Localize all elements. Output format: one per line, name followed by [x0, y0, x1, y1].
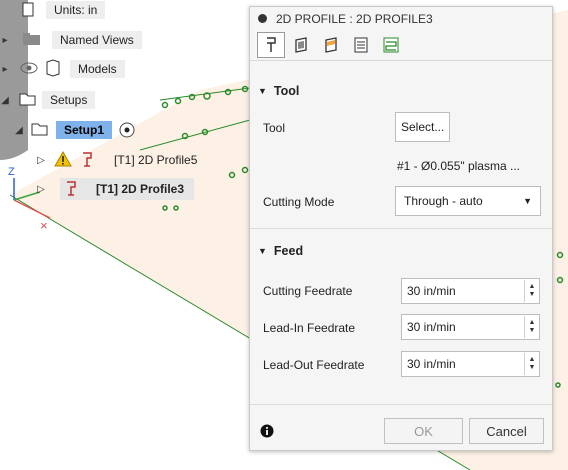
dialog-title: 2D PROFILE : 2D PROFILE3 [276, 11, 433, 26]
cutting-feedrate-label: Cutting Feedrate [263, 284, 353, 298]
linking-tab-icon [383, 37, 399, 53]
tree-setups-row[interactable]: ◢ Setups [0, 89, 96, 111]
spinner-arrows-icon[interactable]: ▲ ▼ [524, 353, 539, 375]
models-icon [44, 58, 64, 80]
leadout-feedrate-value: 30 in/min [407, 357, 456, 371]
document-icon [20, 2, 42, 18]
visibility-eye-icon[interactable] [20, 62, 40, 77]
expand-arrow-icon[interactable]: ◢ [0, 95, 10, 106]
geometry-tab[interactable] [287, 32, 315, 58]
passes-tab-icon [354, 37, 368, 53]
tool-tab[interactable] [257, 32, 285, 58]
passes-tab[interactable] [347, 32, 375, 58]
tree-named-views-label: Named Views [52, 31, 142, 49]
tree-models-row[interactable]: ▸ Models [0, 58, 125, 80]
tree-units-row[interactable]: Units: in [0, 0, 106, 21]
leadout-feedrate-label: Lead-Out Feedrate [263, 358, 365, 372]
info-icon[interactable] [260, 424, 274, 441]
tree-op-profile5-label: [T1] 2D Profile5 [114, 153, 198, 167]
tool-section: ▼ Tool [250, 79, 552, 103]
cutting-feedrate-value: 30 in/min [407, 284, 456, 298]
tree-op-profile3-label: [T1] 2D Profile3 [96, 182, 185, 196]
tool-description: #1 - Ø0.055" plasma ... [397, 159, 520, 173]
tree-op-profile5-row[interactable]: ▷ [T1] 2D Profile5 [36, 149, 197, 171]
folder-icon [22, 32, 44, 49]
tree-named-views-row[interactable]: ▸ Named Views [0, 29, 142, 51]
linking-tab[interactable] [377, 32, 405, 58]
folder-open-icon [18, 91, 40, 110]
feed-section: ▼ Feed [250, 239, 552, 263]
spinner-arrows-icon[interactable]: ▲ ▼ [524, 316, 539, 338]
tool-section-title: Tool [273, 84, 300, 98]
feed-section-title: Feed [273, 244, 304, 258]
tool-section-header[interactable]: ▼ Tool [250, 79, 552, 103]
footer-divider [250, 404, 552, 405]
tree-op-profile3-row[interactable]: ▷ [T1] 2D Profile3 [36, 178, 195, 200]
section-collapse-icon: ▼ [258, 86, 267, 96]
dialog-status-dot-icon [258, 14, 267, 23]
z-axis-label: Z [8, 166, 15, 178]
expand-arrow-icon[interactable]: ▸ [0, 35, 10, 46]
activate-radio-icon[interactable] [118, 121, 136, 139]
dropdown-arrow-icon: ▼ [523, 196, 532, 206]
cutting-mode-dropdown[interactable]: Through - auto ▼ [395, 186, 541, 216]
feed-section-header[interactable]: ▼ Feed [250, 239, 552, 263]
toolpath-op-icon [80, 150, 98, 171]
ok-button[interactable]: OK [384, 418, 463, 444]
heights-tab-icon [325, 37, 337, 53]
heights-tab[interactable] [317, 32, 345, 58]
tool-label: Tool [263, 121, 286, 135]
tree-units-label: Units: in [46, 1, 106, 19]
geometry-tab-icon [295, 37, 307, 53]
tree-setup1-label: Setup1 [56, 121, 113, 139]
warning-icon [54, 150, 74, 170]
tree-setup1-row[interactable]: ◢ Setup1 [14, 119, 136, 141]
cutting-mode-label: Cutting Mode [263, 195, 335, 209]
expand-arrow-icon[interactable]: ▷ [36, 155, 46, 166]
leadout-feedrate-input[interactable]: 30 in/min ▲ ▼ [401, 351, 540, 377]
spinner-arrows-icon[interactable]: ▲ ▼ [524, 280, 539, 302]
section-divider [250, 228, 552, 229]
section-collapse-icon: ▼ [258, 246, 267, 256]
toolpath-op-icon [64, 179, 82, 200]
cutting-feedrate-input[interactable]: 30 in/min ▲ ▼ [401, 278, 540, 304]
tool-select-button[interactable]: Select... [395, 112, 451, 142]
tree-models-label: Models [70, 60, 125, 78]
expand-arrow-icon[interactable]: ▷ [36, 184, 46, 195]
cutting-mode-value: Through - auto [404, 194, 483, 208]
tree-setups-label: Setups [42, 91, 96, 109]
folder-open-icon [30, 121, 52, 140]
dialog-titlebar[interactable]: 2D PROFILE : 2D PROFILE3 [250, 7, 552, 30]
expand-arrow-icon[interactable]: ▸ [0, 64, 10, 75]
leadin-feedrate-label: Lead-In Feedrate [263, 321, 356, 335]
leadin-feedrate-value: 30 in/min [407, 320, 456, 334]
dialog-tabs [250, 30, 552, 61]
cancel-button[interactable]: Cancel [469, 418, 544, 444]
leadin-feedrate-input[interactable]: 30 in/min ▲ ▼ [401, 314, 540, 340]
collapse-arrow-icon[interactable]: ◢ [14, 125, 24, 136]
tool-tab-icon [267, 37, 276, 52]
tree-op-profile3-box[interactable]: [T1] 2D Profile3 [60, 178, 195, 200]
profile-dialog: 2D PROFILE : 2D PROFILE3 ▼ Tool Tool Sel… [249, 6, 553, 451]
x-axis-cross-icon: × [40, 218, 48, 233]
